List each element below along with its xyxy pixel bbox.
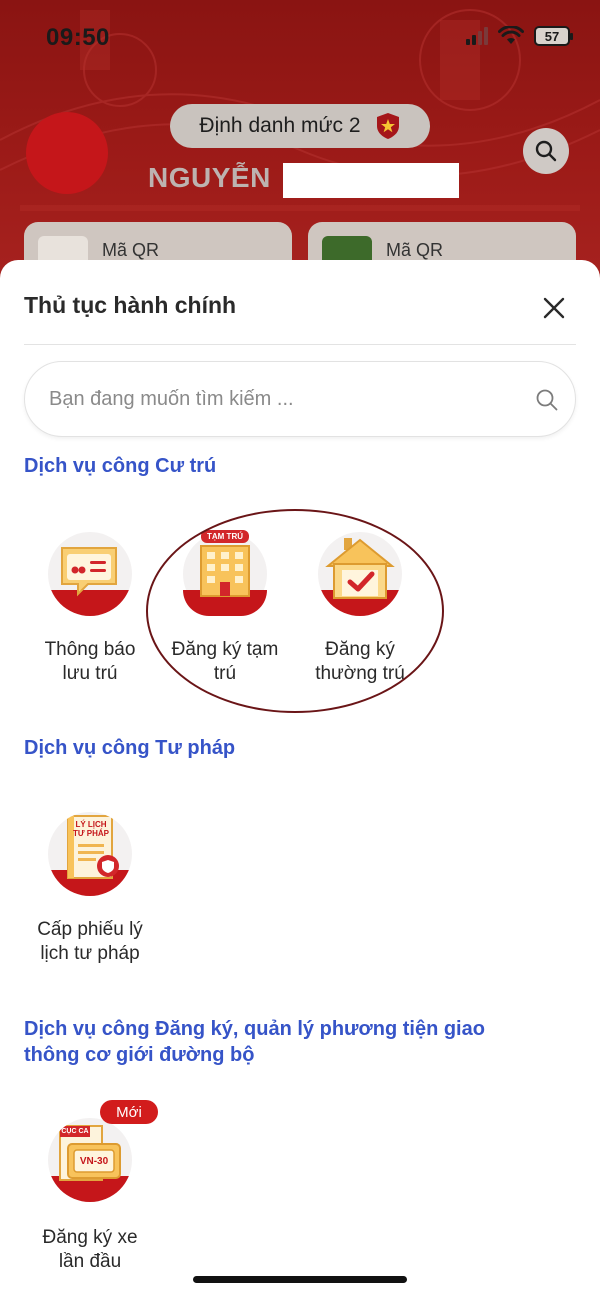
section-title-vehicle: Dịch vụ công Đăng ký, quản lý phương tiệ…	[24, 1018, 485, 1066]
service-label: Đăng ký thường trú	[315, 639, 405, 684]
temporary-residence-building-icon	[200, 530, 250, 597]
header-search-button[interactable]	[523, 128, 569, 174]
plate-text: VN-30	[79, 1156, 109, 1167]
icon-text: CỤC CA	[61, 1128, 89, 1135]
identity-level-badge[interactable]: Định danh mức 2	[170, 104, 430, 148]
notice-icon	[61, 547, 117, 597]
icon-text: LÝ LỊCH TƯ PHÁP	[73, 820, 109, 838]
redacted-name-mask	[283, 163, 459, 198]
search-input[interactable]	[49, 362, 519, 436]
icon-circle	[318, 532, 402, 616]
house-check-icon	[325, 538, 395, 599]
qr-card-label: Mã QR	[102, 240, 160, 260]
avatar[interactable]	[26, 112, 108, 194]
service-label: Đăng ký xe lần đầu	[42, 1227, 138, 1272]
home-indicator[interactable]	[193, 1276, 407, 1283]
section-title-justice: Dịch vụ công Tư pháp	[24, 737, 236, 759]
icon-circle: TẠM TRÚ	[183, 530, 267, 616]
icon-tag: TẠM TRÚ	[207, 532, 243, 541]
icon-circle: CỤC CA VN-30	[48, 1118, 132, 1202]
status-time: 09:50	[46, 24, 110, 51]
service-temporary-residence[interactable]: TẠM TRÚ Đăng ký tạm trú	[155, 530, 295, 686]
identity-level-label: Định danh mức 2	[199, 114, 361, 137]
procedure-search-box[interactable]	[24, 361, 576, 437]
service-permanent-residence[interactable]: Đăng ký thường trú	[290, 532, 430, 686]
service-criminal-record[interactable]: LÝ LỊCH TƯ PHÁP Cấp phiếu lý lịch tư phá…	[20, 812, 160, 966]
section-title-residence: Dịch vụ công Cư trú	[24, 455, 217, 477]
police-shield-icon	[376, 113, 399, 139]
cellular-signal-icon	[466, 27, 488, 45]
close-button[interactable]	[538, 292, 570, 324]
icon-circle	[48, 532, 132, 616]
user-name: NGUYỄN	[148, 162, 271, 193]
status-bar: 09:50 57	[0, 0, 600, 78]
sheet-title: Thủ tục hành chính	[24, 292, 237, 318]
home-header-background: 09:50 57 Định danh mức 2 NGUYỄN Mã QR Mã…	[0, 0, 600, 300]
service-residence-notice[interactable]: Thông báo lưu trú	[20, 532, 160, 686]
search-icon	[535, 140, 557, 162]
divider	[24, 344, 576, 345]
search-icon[interactable]	[535, 388, 559, 412]
icon-circle: LÝ LỊCH TƯ PHÁP	[48, 812, 132, 896]
service-label: Đăng ký tạm trú	[171, 639, 279, 684]
battery-icon: 57	[534, 26, 573, 46]
service-label: Thông báo lưu trú	[44, 639, 136, 684]
new-badge: Mới	[100, 1100, 158, 1124]
service-label: Cấp phiếu lý lịch tư pháp	[37, 919, 143, 964]
status-icons: 57	[466, 26, 573, 46]
close-icon	[543, 297, 565, 319]
wifi-icon	[498, 26, 524, 44]
qr-card-label: Mã QR	[386, 240, 444, 260]
service-first-vehicle-registration[interactable]: CỤC CA VN-30 Đăng ký xe lần đầu	[20, 1118, 160, 1274]
